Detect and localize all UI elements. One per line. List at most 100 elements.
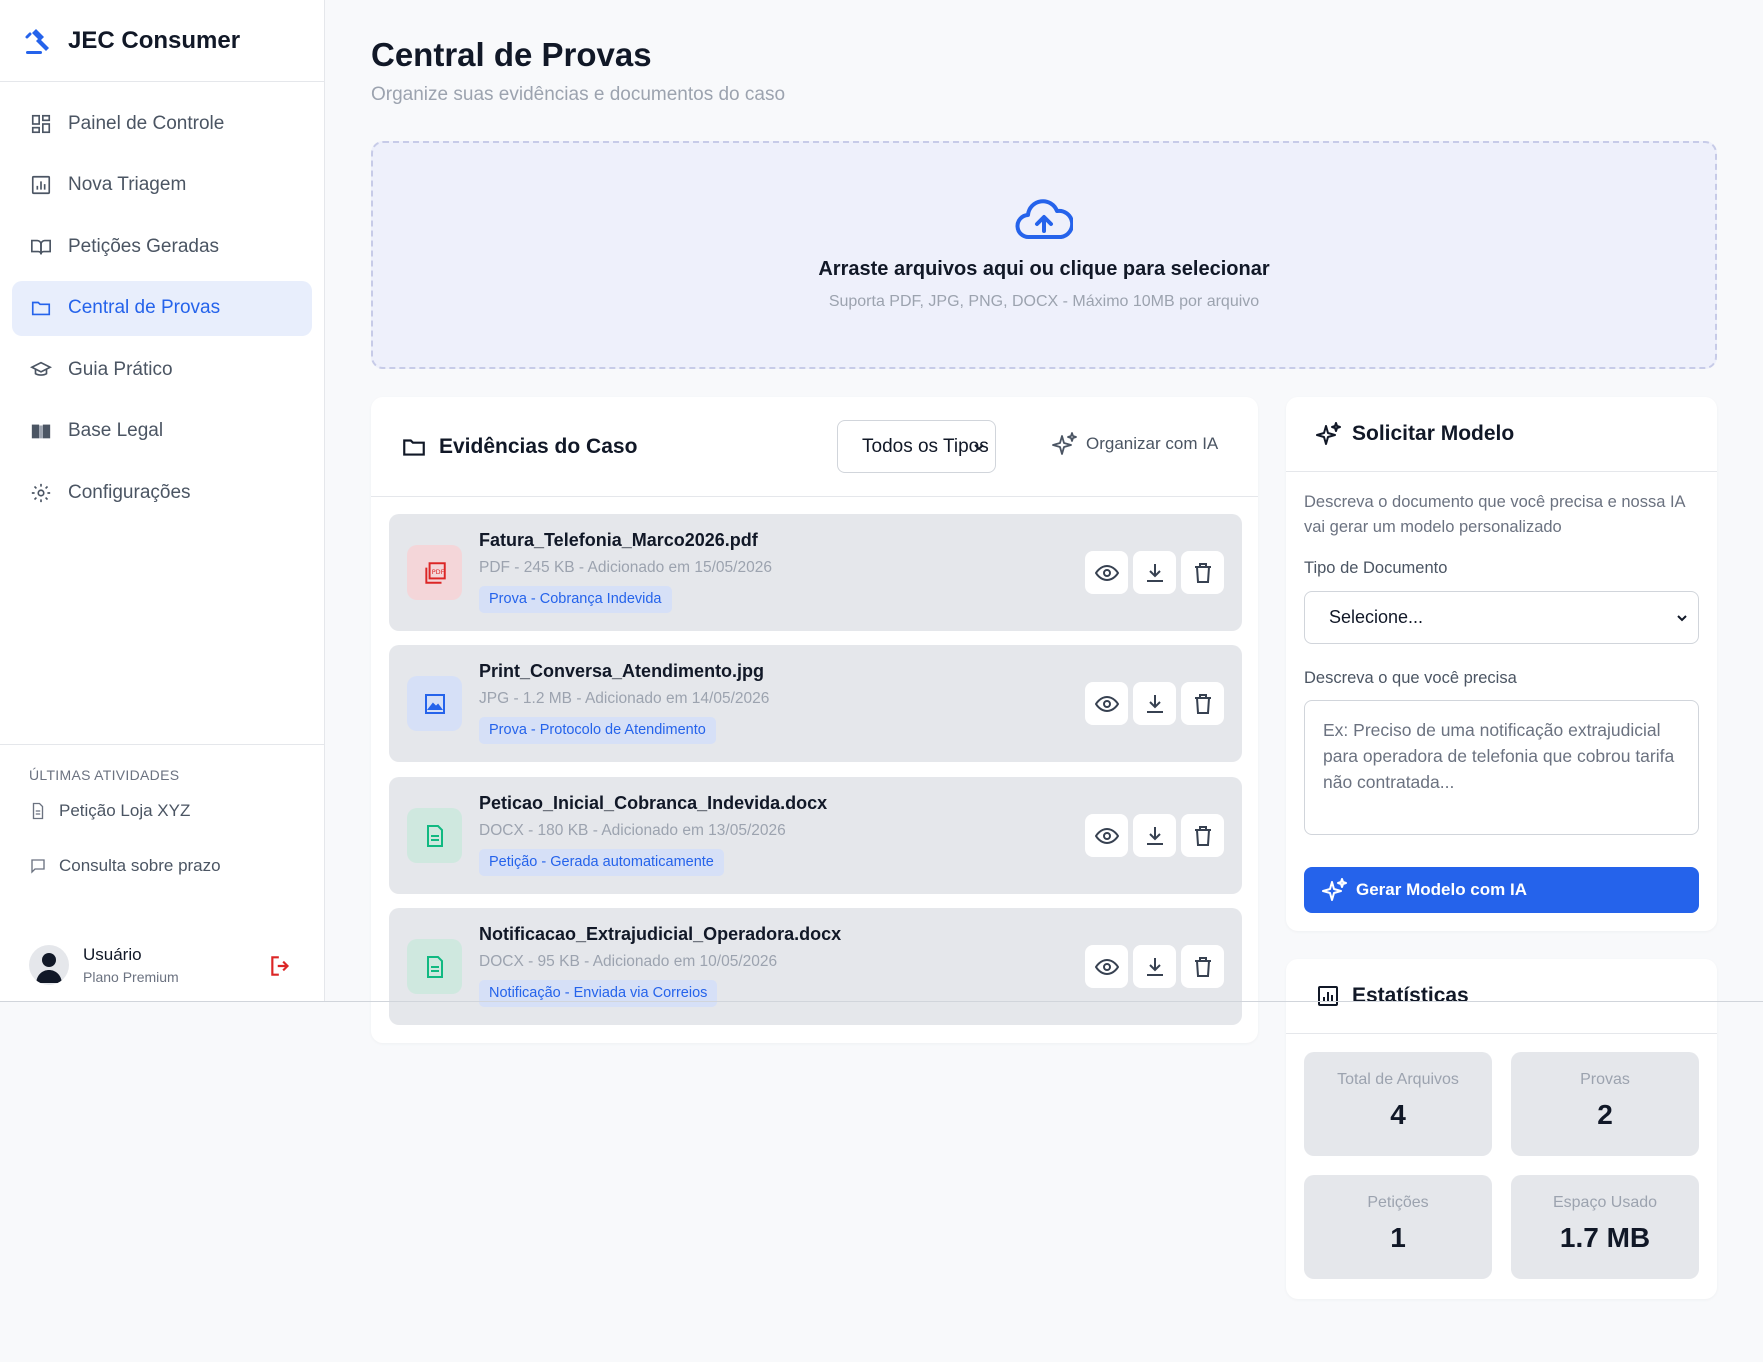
book-open-icon xyxy=(31,239,51,254)
evidence-header: Evidências do Caso Todos os Tipos Organi… xyxy=(371,397,1258,497)
eye-icon xyxy=(1094,958,1119,975)
file-name: Print_Conversa_Atendimento.jpg xyxy=(479,661,765,681)
generate-model-label: Gerar Modelo com IA xyxy=(1356,880,1527,899)
stats-title: Estatísticas xyxy=(1352,984,1469,1007)
stat-space-used: Espaço Usado 1.7 MB xyxy=(1511,1175,1699,1279)
eye-icon xyxy=(1094,827,1119,844)
nav-label: Base Legal xyxy=(68,420,164,441)
stat-label: Provas xyxy=(1580,1071,1630,1088)
nav-label: Petições Geradas xyxy=(68,235,220,257)
file-meta: JPG - 1.2 MB - Adicionado em 14/05/2026 xyxy=(479,690,770,707)
file-row[interactable]: Notificacao_Extrajudicial_Operadora.docx… xyxy=(389,908,1242,1025)
organize-ai-button[interactable]: Organizar com IA xyxy=(1052,431,1218,457)
evidence-title: Evidências do Caso xyxy=(439,434,638,458)
download-button[interactable] xyxy=(1133,814,1176,857)
upload-title: Arraste arquivos aqui ou clique para sel… xyxy=(818,258,1270,280)
document-icon xyxy=(32,802,44,819)
download-button[interactable] xyxy=(1133,551,1176,594)
file-meta: PDF - 245 KB - Adicionado em 15/05/2026 xyxy=(479,559,772,576)
doc-type-select[interactable]: Selecione... xyxy=(1304,591,1699,644)
stats-card: Estatísticas Total de Arquivos 4 Provas … xyxy=(1286,959,1717,1299)
chart-icon xyxy=(31,175,51,195)
user-profile[interactable]: Usuário Plano Premium xyxy=(0,925,324,1005)
page-subtitle: Organize suas evidências e documentos do… xyxy=(371,84,786,105)
main-nav: Painel de Controle Nova Triagem Petições… xyxy=(0,82,324,541)
nav-item-painel[interactable]: Painel de Controle xyxy=(12,96,312,151)
nav-item-configuracoes[interactable]: Configurações xyxy=(12,465,312,520)
upload-hint: Suporta PDF, JPG, PNG, DOCX - Máximo 10M… xyxy=(828,293,1260,310)
nav-label: Painel de Controle xyxy=(68,112,225,134)
graduation-cap-icon xyxy=(30,361,52,376)
stat-proofs: Provas 2 xyxy=(1511,1052,1699,1156)
bar-chart-icon xyxy=(1318,986,1338,1006)
activity-item[interactable]: Petição Loja XYZ xyxy=(0,783,324,838)
stat-value: 4 xyxy=(1390,1099,1406,1130)
file-meta: DOCX - 180 KB - Adicionado em 13/05/2026 xyxy=(479,822,786,839)
trash-icon xyxy=(1194,693,1211,714)
delete-button[interactable] xyxy=(1181,682,1224,725)
file-tag: Notificação - Enviada via Correios xyxy=(479,980,718,1007)
nav-item-base-legal[interactable]: Base Legal xyxy=(12,404,312,459)
download-icon xyxy=(1146,563,1163,582)
request-header: Solicitar Modelo xyxy=(1286,397,1717,472)
file-tag: Prova - Cobrança Indevida xyxy=(479,586,672,613)
page-title: Central de Provas xyxy=(371,36,652,73)
request-description: Descreva o documento que você precisa e … xyxy=(1304,493,1685,536)
pdf-file-icon: PDF xyxy=(407,545,462,600)
activity-label: Petição Loja XYZ xyxy=(59,800,191,820)
stat-label: Petições xyxy=(1367,1194,1429,1211)
divider xyxy=(0,1001,1763,1002)
delete-button[interactable] xyxy=(1181,814,1224,857)
trash-icon xyxy=(1194,956,1211,977)
logout-icon[interactable] xyxy=(268,953,294,979)
nav-item-peticoes[interactable]: Petições Geradas xyxy=(12,219,312,274)
request-title: Solicitar Modelo xyxy=(1352,422,1515,445)
activities-heading: ÚLTIMAS ATIVIDADES xyxy=(29,767,180,783)
folder-icon xyxy=(31,301,51,316)
svg-text:PDF: PDF xyxy=(431,568,444,576)
activity-item[interactable]: Consulta sobre prazo xyxy=(0,838,324,893)
stat-label: Total de Arquivos xyxy=(1337,1071,1459,1088)
delete-button[interactable] xyxy=(1181,945,1224,988)
download-button[interactable] xyxy=(1133,945,1176,988)
dashboard-icon xyxy=(31,114,51,133)
chevron-down-icon xyxy=(1677,615,1687,622)
view-button[interactable] xyxy=(1085,814,1128,857)
file-meta: DOCX - 95 KB - Adicionado em 10/05/2026 xyxy=(479,953,778,970)
file-row[interactable]: Peticao_Inicial_Cobranca_Indevida.docx D… xyxy=(389,777,1242,894)
nav-label: Configurações xyxy=(68,481,191,503)
nav-item-central-provas[interactable]: Central de Provas xyxy=(12,280,312,336)
sparkles-icon xyxy=(1322,878,1347,901)
recent-activities: ÚLTIMAS ATIVIDADES Petição Loja XYZ Cons… xyxy=(0,744,324,985)
file-row[interactable]: Print_Conversa_Atendimento.jpg JPG - 1.2… xyxy=(389,645,1242,762)
file-row[interactable]: PDF Fatura_Telefonia_Marco2026.pdf PDF -… xyxy=(389,514,1242,631)
delete-button[interactable] xyxy=(1181,551,1224,594)
view-button[interactable] xyxy=(1085,551,1128,594)
need-label: Descreva o que você precisa xyxy=(1304,669,1517,687)
brand-name: JEC Consumer xyxy=(68,26,241,54)
type-filter-select[interactable]: Todos os Tipos xyxy=(837,420,996,473)
stats-header: Estatísticas xyxy=(1286,959,1717,1034)
upload-dropzone[interactable]: Arraste arquivos aqui ou clique para sel… xyxy=(371,141,1717,369)
view-button[interactable] xyxy=(1085,682,1128,725)
download-button[interactable] xyxy=(1133,682,1176,725)
download-icon xyxy=(1146,826,1163,845)
user-name: Usuário xyxy=(83,945,142,964)
stat-value: 1.7 MB xyxy=(1559,1222,1651,1253)
generate-model-button[interactable]: Gerar Modelo com IA xyxy=(1304,867,1699,913)
nav-label: Nova Triagem xyxy=(68,174,187,195)
nav-item-guia[interactable]: Guia Prático xyxy=(12,342,312,397)
book-icon xyxy=(31,424,51,439)
file-tag: Prova - Protocolo de Atendimento xyxy=(479,717,716,744)
view-button[interactable] xyxy=(1085,945,1128,988)
image-file-icon xyxy=(407,676,462,731)
download-icon xyxy=(1146,694,1163,713)
file-name: Fatura_Telefonia_Marco2026.pdf xyxy=(479,530,758,550)
need-textarea[interactable]: Ex: Preciso de uma notificação extrajudi… xyxy=(1304,700,1699,835)
stat-value: 2 xyxy=(1597,1099,1613,1130)
sidebar: JEC Consumer Painel de Controle Nova Tri… xyxy=(0,0,325,1001)
nav-item-triagem[interactable]: Nova Triagem xyxy=(12,158,312,213)
stat-total-files: Total de Arquivos 4 xyxy=(1304,1052,1492,1156)
eye-icon xyxy=(1094,695,1119,712)
brand[interactable]: JEC Consumer xyxy=(0,0,324,82)
